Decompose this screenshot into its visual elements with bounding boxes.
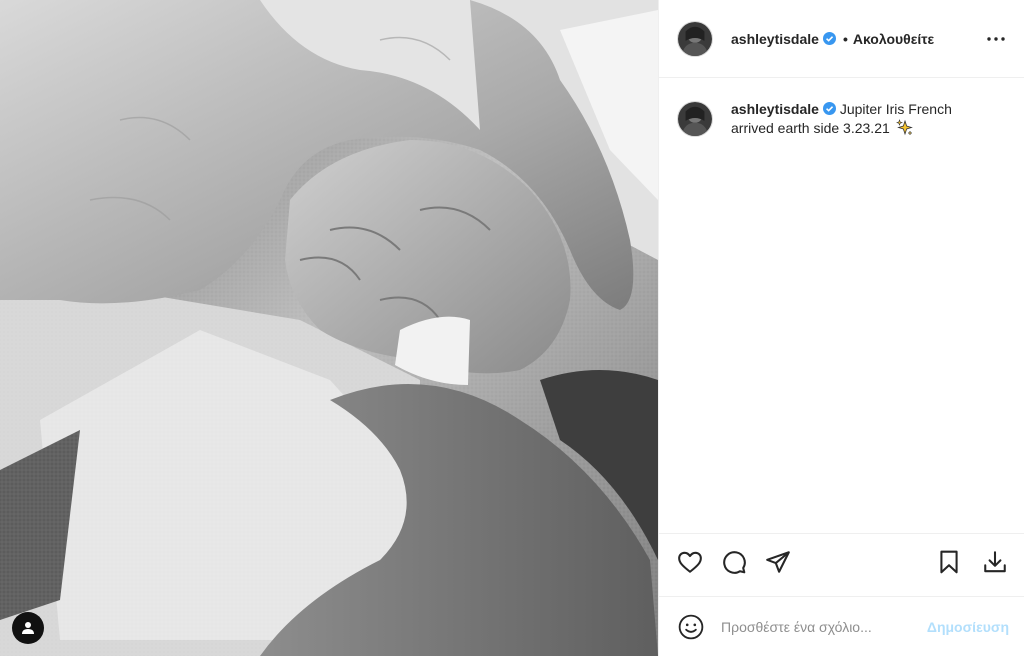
download-button[interactable] [982,549,1008,575]
add-comment-bar: Δημοσίευση [659,596,1024,656]
sparkles-icon [895,119,913,136]
bookmark-icon [940,550,958,573]
baby-hand-photo [0,0,658,656]
post-comment-button[interactable]: Δημοσίευση [927,619,1009,635]
more-icon [987,36,1005,41]
caption-text: ashleytisdale Jupiter Iris French arrive… [731,100,981,138]
verified-badge-icon [822,102,836,115]
post-sidebar: ashleytisdale • Ακολουθείτε ashleytisdal… [658,0,1024,656]
post-header: ashleytisdale • Ακολουθείτε [659,0,1024,78]
save-button[interactable] [936,549,962,575]
post-caption: ashleytisdale Jupiter Iris French arrive… [659,78,1024,533]
share-icon [766,550,790,573]
caption-username-link[interactable]: ashleytisdale [731,101,819,117]
comment-button[interactable] [721,549,747,575]
comment-icon [723,550,746,574]
download-icon [984,550,1006,572]
smiley-icon [678,614,704,639]
emoji-button[interactable] [677,613,705,641]
user-icon [22,622,34,634]
tagged-users-button[interactable] [12,612,44,644]
separator-dot: • [842,30,848,47]
share-button[interactable] [765,549,791,575]
username-link[interactable]: ashleytisdale [731,31,819,47]
verified-badge-icon [822,32,836,45]
comment-input[interactable] [721,618,927,635]
avatar[interactable] [677,20,713,57]
more-options-button[interactable] [984,27,1008,51]
instagram-post: ashleytisdale • Ακολουθείτε ashleytisdal… [0,0,1024,656]
like-button[interactable] [677,549,703,575]
post-photo[interactable] [0,0,658,656]
following-button[interactable]: Ακολουθείτε [853,31,934,47]
post-actions [659,533,1024,589]
caption-avatar[interactable] [677,101,713,137]
heart-icon [678,551,702,573]
